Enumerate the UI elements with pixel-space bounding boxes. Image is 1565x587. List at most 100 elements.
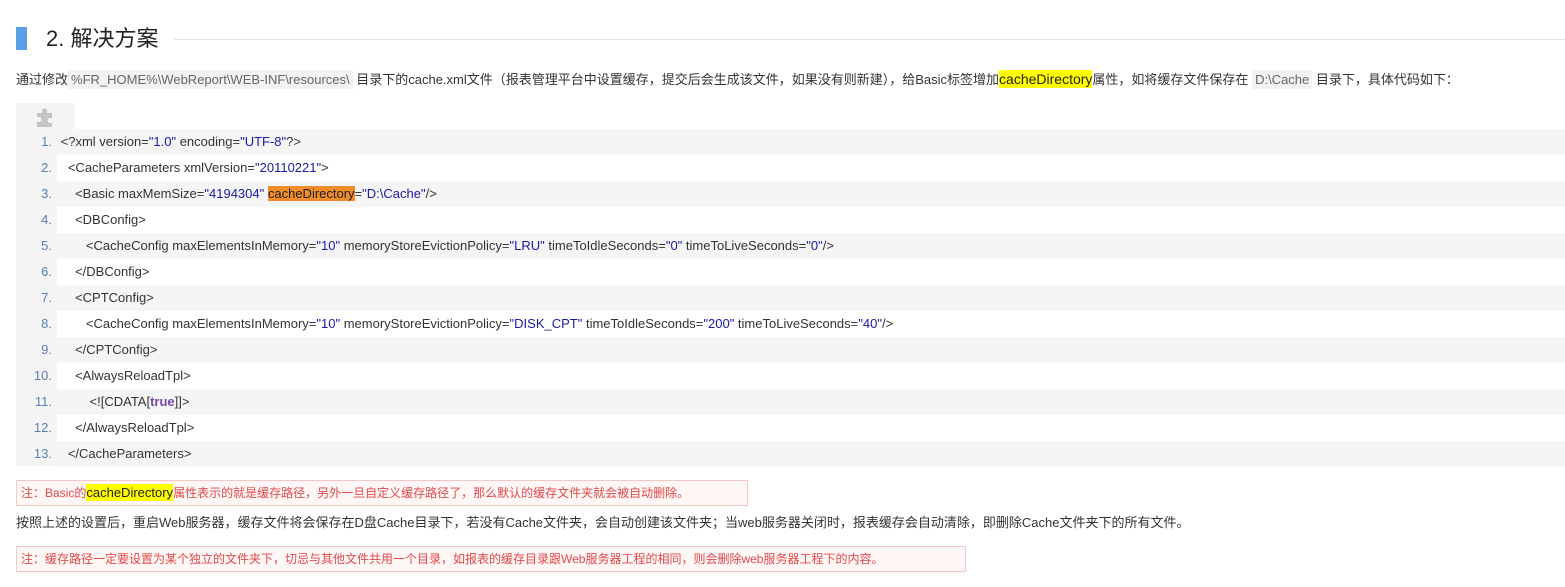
line-number: 9. — [41, 342, 52, 357]
code-line: 6. </DBConfig> — [16, 259, 1565, 285]
code-text: <CacheConfig maxElementsInMemory="10" me… — [57, 311, 1565, 337]
code-string: "1.0" — [148, 134, 177, 149]
code-token: <DBConfig> — [75, 212, 146, 227]
code-token: /> — [425, 186, 437, 201]
inline-path-1: %FR_HOME%\WebReport\WEB-INF\resources\ — [68, 70, 353, 89]
code-block: 1. <?xml version="1.0" encoding="UTF-8"?… — [16, 103, 1565, 467]
line-number: 10. — [33, 368, 52, 383]
line-number: 6. — [41, 264, 52, 279]
code-token: </DBConfig> — [75, 264, 150, 279]
code-token: </CacheParameters> — [67, 446, 192, 461]
code-string: "200" — [703, 316, 735, 331]
code-line: 8. <CacheConfig maxElementsInMemory="10"… — [16, 311, 1565, 337]
code-token: timeToIdleSeconds= — [544, 238, 666, 253]
inline-path-2: D:\Cache — [1252, 70, 1313, 89]
code-token: timeToLiveSeconds= — [734, 316, 859, 331]
heading-divider — [174, 39, 1565, 40]
code-line: 12. </AlwaysReloadTpl> — [16, 415, 1565, 441]
line-number: 5. — [41, 238, 52, 253]
code-text: <CacheConfig maxElementsInMemory="10" me… — [57, 233, 1565, 259]
note-callout-2: 注：缓存路径一定要设置为某个独立的文件夹下，切忌与其他文件共用一个目录，如报表的… — [16, 546, 966, 572]
code-token: memoryStoreEvictionPolicy= — [340, 238, 510, 253]
code-line: 1. <?xml version="1.0" encoding="UTF-8"?… — [16, 129, 1565, 155]
code-text: </AlwaysReloadTpl> — [57, 415, 1565, 441]
code-line: 5. <CacheConfig maxElementsInMemory="10"… — [16, 233, 1565, 259]
note1-text-1: 注：Basic的 — [21, 486, 87, 500]
note1-text-2: 属性表示的就是缓存路径，另外一旦自定义缓存路径了，那么默认的缓存文件夹就会被自动… — [173, 486, 690, 500]
intro-text-2: 目录下的cache.xml文件（报表管理平台中设置缓存，提交后会生成该文件，如果… — [352, 72, 1000, 87]
code-text: <DBConfig> — [57, 207, 1565, 233]
code-toolbar — [16, 103, 75, 129]
code-string: "0" — [806, 238, 823, 253]
code-string: "10" — [316, 238, 341, 253]
code-token: timeToIdleSeconds= — [582, 316, 704, 331]
code-keyword: true — [150, 394, 175, 409]
code-line: 2. <CacheParameters xmlVersion="20110221… — [16, 155, 1565, 181]
line-number: 8. — [41, 316, 52, 331]
code-line: 13. </CacheParameters> — [16, 441, 1565, 467]
code-string: "DISK_CPT" — [509, 316, 583, 331]
code-string: "0" — [665, 238, 683, 253]
code-token: </CPTConfig> — [75, 342, 158, 357]
code-token: <CacheParameters xmlVersion= — [67, 160, 255, 175]
code-text: <AlwaysReloadTpl> — [57, 363, 1565, 389]
code-token: <CacheConfig maxElementsInMemory= — [85, 238, 317, 253]
code-token: <?xml version= — [60, 134, 149, 149]
note1-highlight: cacheDirectory — [86, 484, 174, 501]
code-token: timeToLiveSeconds= — [682, 238, 807, 253]
code-line: 4. <DBConfig> — [16, 207, 1565, 233]
code-token: <CPTConfig> — [75, 290, 154, 305]
code-string: "10" — [316, 316, 341, 331]
code-token: /> — [822, 238, 834, 253]
code-token: </AlwaysReloadTpl> — [75, 420, 195, 435]
code-line: 11. <![CDATA[true]]> — [16, 389, 1565, 415]
code-text: <Basic maxMemSize="4194304" cacheDirecto… — [57, 181, 1565, 207]
code-token: <AlwaysReloadTpl> — [75, 368, 191, 383]
line-number: 2. — [41, 160, 52, 175]
code-string: "LRU" — [509, 238, 545, 253]
section-title: 2. 解决方案 — [46, 26, 159, 51]
plugin-icon[interactable] — [34, 106, 56, 128]
line-number: 11. — [34, 394, 52, 409]
code-token: ?> — [286, 134, 301, 149]
code-token: memoryStoreEvictionPolicy= — [340, 316, 510, 331]
code-string: "D:\Cache" — [362, 186, 426, 201]
code-string: "4194304" — [204, 186, 265, 201]
note-callout-1: 注：Basic的cacheDirectory属性表示的就是缓存路径，另外一旦自定… — [16, 480, 748, 506]
line-number: 12. — [33, 420, 52, 435]
line-number: 1. — [41, 134, 52, 149]
code-text: </DBConfig> — [57, 259, 1565, 285]
intro-text-1: 通过修改 — [16, 72, 69, 87]
code-text: </CacheParameters> — [57, 441, 1565, 467]
code-string: "UTF-8" — [240, 134, 287, 149]
code-lines: 1. <?xml version="1.0" encoding="UTF-8"?… — [16, 129, 1565, 467]
code-string: "20110221" — [255, 160, 322, 175]
code-token: <CacheConfig maxElementsInMemory= — [85, 316, 317, 331]
code-text: <CPTConfig> — [57, 285, 1565, 311]
line-number: 7. — [41, 290, 52, 305]
code-line: 10. <AlwaysReloadTpl> — [16, 363, 1565, 389]
code-text: </CPTConfig> — [57, 337, 1565, 363]
line-number: 13. — [33, 446, 52, 461]
code-highlight: cacheDirectory — [267, 186, 355, 201]
code-token: > — [321, 160, 329, 175]
code-text: <![CDATA[true]]> — [57, 389, 1565, 415]
code-string: "40" — [858, 316, 882, 331]
code-token: <Basic maxMemSize= — [75, 186, 205, 201]
code-token: /> — [881, 316, 894, 331]
code-line: 9. </CPTConfig> — [16, 337, 1565, 363]
code-token: encoding= — [176, 134, 241, 149]
code-text: <CacheParameters xmlVersion="20110221"> — [57, 155, 1565, 181]
